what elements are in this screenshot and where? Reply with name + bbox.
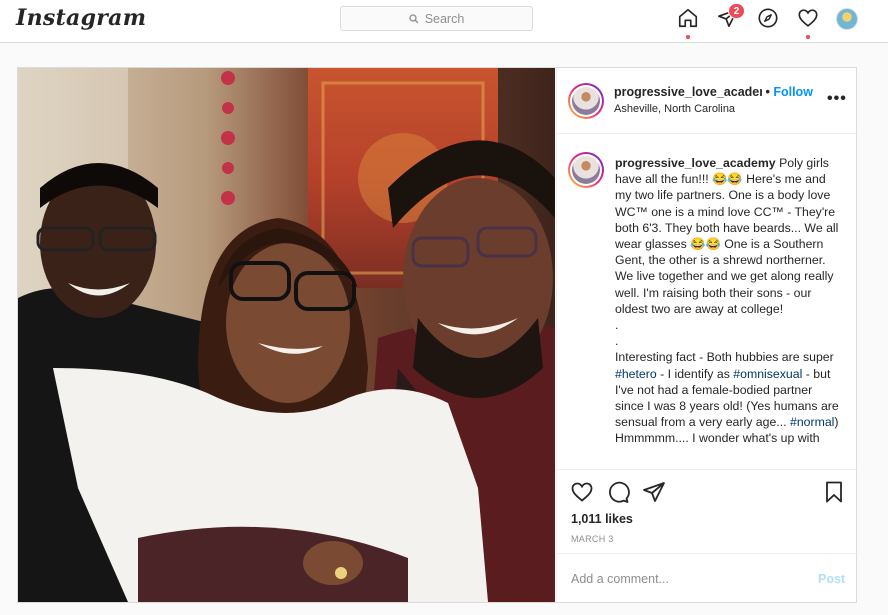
hashtag-normal[interactable]: #normal — [790, 415, 834, 429]
caption-part-3: - I identify as — [660, 366, 730, 381]
home-icon — [678, 8, 698, 28]
top-navigation-bar: Instagram Search 2 — [0, 0, 888, 43]
home-button[interactable] — [677, 7, 699, 39]
activity-button[interactable] — [797, 7, 819, 39]
comment-icon — [609, 481, 630, 503]
profile-avatar — [836, 8, 858, 30]
active-indicator-dot — [686, 35, 690, 39]
search-input[interactable]: Search — [340, 6, 533, 31]
caption-dot-1: . — [615, 318, 619, 333]
like-icon — [571, 482, 593, 502]
activity-indicator-dot — [806, 35, 810, 39]
comment-box: Add a comment... Post — [557, 553, 858, 603]
author-avatar[interactable] — [568, 83, 604, 119]
post-photo-illustration — [18, 68, 555, 602]
caption-dot-2: . — [615, 334, 619, 349]
caption-part-2: Interesting fact - Both hubbies are supe… — [615, 350, 834, 365]
explore-button[interactable] — [757, 7, 779, 31]
more-options-button[interactable]: ••• — [827, 90, 847, 108]
heart-icon — [798, 9, 818, 27]
notification-badge: 2 — [728, 3, 745, 19]
post-location[interactable]: Asheville, North Carolina — [614, 103, 735, 115]
save-icon — [826, 481, 842, 503]
comment-input[interactable]: Add a comment... — [571, 572, 669, 586]
caption-text: progressive_love_academy Poly girls have… — [615, 155, 843, 447]
post-header: progressive_love_academy • Follow Ashevi… — [557, 68, 858, 134]
post-date[interactable]: MARCH 3 — [571, 534, 614, 544]
caption-part-1: Poly girls have all the fun!!! 😂😂 Here's… — [615, 156, 839, 316]
explore-icon — [758, 8, 778, 28]
post-card: progressive_love_academy • Follow Ashevi… — [17, 67, 858, 603]
save-button[interactable] — [822, 480, 846, 509]
post-sidebar: progressive_love_academy • Follow Ashevi… — [556, 68, 858, 602]
profile-button[interactable] — [836, 8, 858, 32]
share-button[interactable] — [642, 480, 666, 509]
share-icon — [643, 482, 665, 502]
search-icon — [409, 13, 419, 23]
instagram-logo[interactable]: Instagram — [16, 5, 146, 31]
author-name-row: progressive_love_academy • Follow — [614, 85, 813, 99]
more-icon: ••• — [827, 90, 847, 107]
post-comment-button[interactable]: Post — [818, 572, 845, 586]
follow-button[interactable]: Follow — [773, 85, 813, 99]
like-button[interactable] — [570, 480, 594, 509]
author-username[interactable]: progressive_love_academy — [614, 85, 762, 99]
post-photo[interactable] — [18, 68, 555, 602]
direct-messages-button[interactable]: 2 — [717, 3, 745, 31]
hashtag-omnisexual[interactable]: #omnisexual — [733, 367, 802, 381]
caption-area: progressive_love_academy Poly girls have… — [557, 135, 858, 469]
caption-username[interactable]: progressive_love_academy — [615, 156, 776, 170]
caption-author-avatar[interactable] — [568, 152, 604, 188]
comment-button[interactable] — [606, 480, 630, 509]
post-actions: 1,011 likes MARCH 3 Add a comment... Pos… — [557, 469, 858, 602]
likes-count[interactable]: 1,011 likes — [571, 512, 633, 526]
hashtag-hetero[interactable]: #hetero — [615, 367, 657, 381]
search-placeholder: Search — [424, 11, 465, 26]
